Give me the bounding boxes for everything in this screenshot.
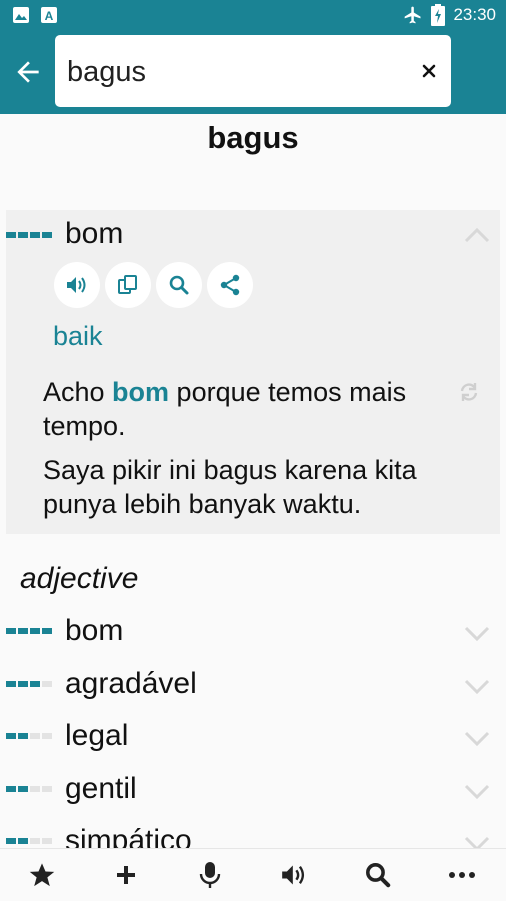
speak-all-button[interactable]	[278, 859, 310, 891]
favorites-button[interactable]	[26, 859, 58, 891]
entry-word: bom	[65, 614, 124, 647]
frequency-bar	[6, 628, 52, 634]
clock: 23:30	[453, 5, 496, 24]
example-sentence: Acho bom porque temos mais tempo.	[43, 375, 463, 443]
plus-icon	[117, 866, 135, 884]
entry-word: agradável	[65, 667, 197, 700]
voice-input-button[interactable]	[194, 859, 226, 891]
translate-notification-icon: A	[41, 7, 57, 23]
speak-button[interactable]	[54, 262, 100, 308]
arrow-left-icon	[17, 61, 39, 83]
share-button[interactable]	[207, 262, 253, 308]
copy-button[interactable]	[105, 262, 151, 308]
search-toolbar-button[interactable]	[362, 859, 394, 891]
clear-button[interactable]	[415, 57, 443, 85]
status-bar: A 23:30	[0, 0, 506, 30]
chevron-up-icon[interactable]	[463, 225, 491, 245]
entry-word: legal	[65, 719, 129, 752]
example-highlight: bom	[112, 377, 170, 407]
bottom-toolbar	[0, 848, 506, 901]
chevron-down-icon[interactable]	[463, 782, 491, 802]
star-icon	[29, 863, 55, 887]
speaker-icon	[67, 277, 86, 293]
more-icon	[449, 872, 475, 878]
battery-icon	[431, 4, 446, 26]
airplane-icon	[405, 6, 421, 24]
more-button[interactable]	[446, 859, 478, 891]
copy-icon	[118, 275, 137, 294]
svg-text:A: A	[45, 9, 54, 23]
example-text: Acho	[43, 377, 113, 407]
image-notification-icon	[13, 7, 29, 23]
expanded-entry-word: bom	[65, 217, 124, 250]
app-bar	[0, 30, 506, 114]
close-icon	[422, 64, 436, 78]
frequency-bar	[6, 786, 52, 792]
chevron-down-icon[interactable]	[463, 624, 491, 644]
frequency-bar	[6, 838, 52, 844]
frequency-bar	[6, 733, 52, 739]
search-icon	[169, 275, 189, 295]
list-item[interactable]: agradável	[0, 659, 506, 711]
refresh-icon[interactable]	[458, 381, 480, 403]
add-button[interactable]	[110, 859, 142, 891]
synonym-link[interactable]: baik	[53, 321, 103, 352]
list-item[interactable]: gentil	[0, 764, 506, 816]
entry-word: gentil	[65, 772, 137, 805]
part-of-speech-heading: adjective	[20, 562, 139, 595]
search-box	[55, 35, 451, 107]
speaker-icon	[282, 865, 305, 885]
frequency-bar	[6, 681, 52, 687]
share-icon	[220, 274, 240, 296]
frequency-bar	[6, 232, 52, 238]
headword-title: bagus	[207, 120, 299, 155]
search-icon	[366, 863, 391, 888]
chevron-down-icon[interactable]	[463, 677, 491, 697]
microphone-icon	[199, 862, 221, 888]
search-input[interactable]	[65, 49, 409, 95]
chevron-down-icon[interactable]	[463, 729, 491, 749]
list-item[interactable]: bom	[0, 606, 506, 658]
search-button[interactable]	[156, 262, 202, 308]
back-button[interactable]	[8, 52, 48, 92]
example-translation: Saya pikir ini bagus karena kita punya l…	[43, 455, 417, 519]
list-item[interactable]: legal	[0, 711, 506, 763]
